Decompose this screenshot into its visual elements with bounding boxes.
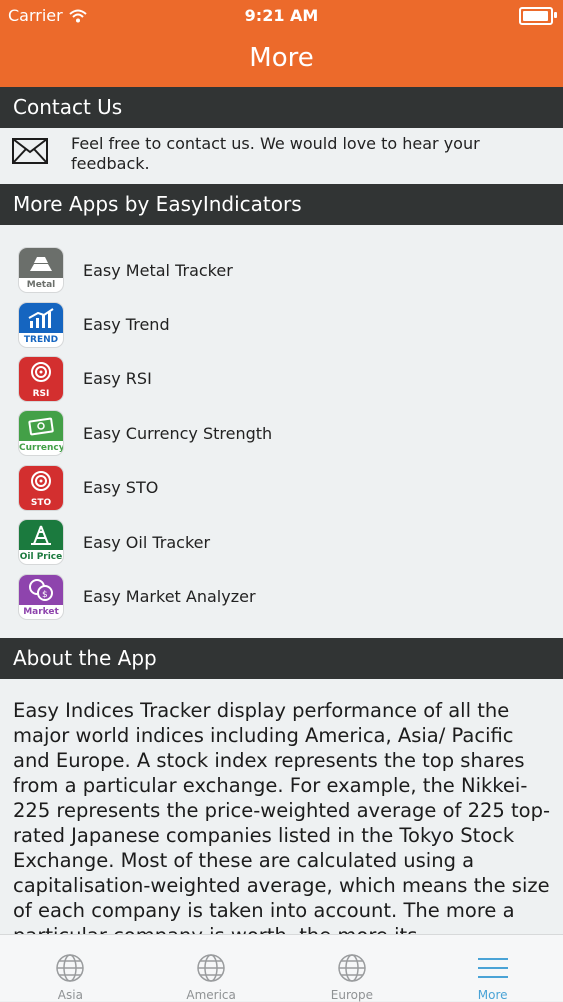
globe-icon	[338, 954, 366, 982]
target-icon: STO	[19, 465, 63, 510]
app-item[interactable]: STO Easy STO	[0, 461, 563, 515]
contact-text: Feel free to contact us. We would love t…	[71, 134, 480, 173]
app-icon-label: TREND	[23, 334, 59, 345]
banknote-icon: Currency	[19, 411, 63, 456]
about-text: Easy Indices Tracker display performance…	[13, 699, 551, 947]
target-icon: RSI	[19, 356, 63, 401]
app-item[interactable]: Oil Price Easy Oil Tracker	[0, 515, 563, 569]
app-icon-graphic	[19, 302, 63, 333]
mail-icon	[12, 138, 48, 164]
app-icon-label: Market	[23, 606, 59, 617]
app-item[interactable]: RSI Easy RSI	[0, 352, 563, 406]
app-name: Easy Metal Tracker	[83, 260, 233, 280]
app-item[interactable]: $ Market Easy Market Analyzer	[0, 569, 563, 623]
app-item[interactable]: Currency Easy Currency Strength	[0, 406, 563, 460]
gold-bars-icon: Metal	[19, 248, 63, 293]
app-icon-label: STO	[19, 495, 63, 510]
app-name: Easy RSI	[83, 369, 152, 389]
app-item[interactable]: Metal Easy Metal Tracker	[0, 243, 563, 297]
apps-list: Metal Easy Metal Tracker TREND Easy Trend RS…	[0, 243, 563, 624]
contact-us-header: Contact Us	[0, 87, 563, 128]
tab-more[interactable]: More	[422, 935, 563, 1002]
status-bar: Carrier 9:21 AM	[0, 0, 563, 30]
app-icon-label: Metal	[26, 280, 56, 291]
app-icon-label: Oil Price	[19, 552, 63, 563]
app-name: Easy Trend	[83, 315, 170, 335]
trend-chart-icon: TREND	[19, 302, 63, 347]
globe-icon	[56, 954, 85, 982]
oil-rig-icon: Oil Price	[19, 520, 63, 565]
menu-lines-icon	[477, 958, 508, 978]
app-icon-label: Currency	[19, 443, 63, 454]
contact-row[interactable]: Feel free to contact us. We would love t…	[0, 128, 563, 184]
app-icon-graphic	[19, 356, 63, 387]
page-title: More	[249, 43, 314, 73]
app-icon-label: RSI	[19, 386, 63, 401]
app-name: Easy Market Analyzer	[83, 587, 256, 607]
app-name: Easy Oil Tracker	[83, 532, 211, 552]
currency-exchange-icon: $ Market	[19, 574, 63, 619]
app-name: Easy Currency Strength	[83, 423, 273, 443]
tab-america[interactable]: America	[141, 935, 282, 1002]
app-icon-graphic	[19, 465, 63, 496]
status-time: 9:21 AM	[244, 6, 319, 25]
tab-bar: Asia America Europe More	[0, 934, 563, 1002]
globe-icon	[197, 954, 225, 982]
app-item[interactable]: TREND Easy Trend	[0, 297, 563, 351]
app-icon-graphic	[19, 520, 63, 551]
app-icon-graphic: $	[19, 574, 63, 605]
nav-bar: More	[0, 30, 563, 87]
app-icon-graphic	[19, 248, 63, 279]
tab-asia[interactable]: Asia	[0, 935, 141, 1002]
app-name: Easy STO	[83, 478, 159, 498]
battery-icon	[519, 7, 557, 25]
about-header: About the App	[0, 638, 563, 679]
tab-europe[interactable]: Europe	[282, 935, 423, 1002]
svg-text:$: $	[42, 590, 48, 600]
more-apps-header: More Apps by EasyIndicators	[0, 184, 563, 225]
app-icon-graphic	[19, 411, 63, 442]
